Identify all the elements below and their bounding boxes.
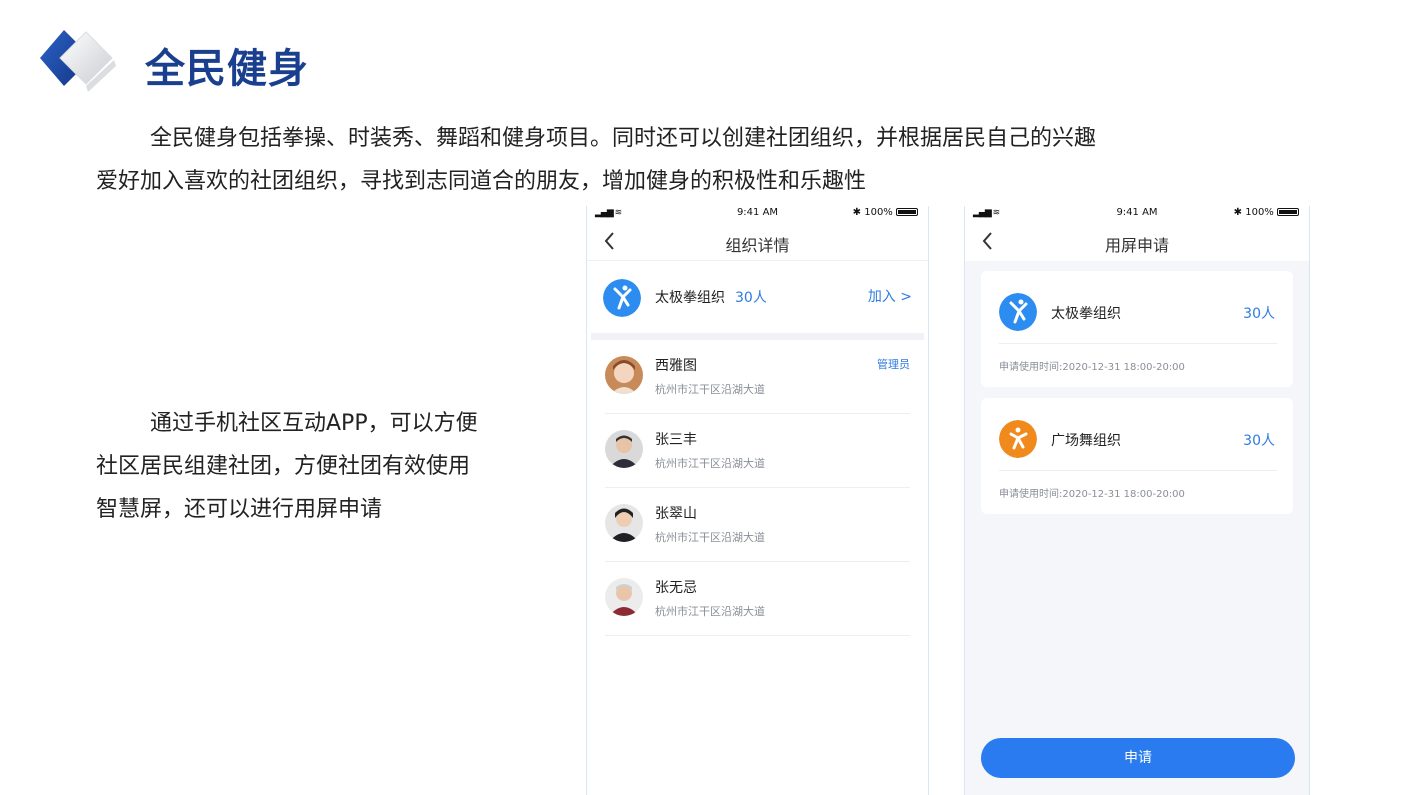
nav-title: 用屏申请 xyxy=(1104,236,1169,255)
square-dance-org-icon xyxy=(999,420,1037,458)
nav-bar: 组织详情 xyxy=(587,221,928,261)
application-card[interactable]: 广场舞组织 30人 申请使用时间:2020-12-31 18:00-20:00 xyxy=(981,398,1293,514)
intro-line-1: 全民健身包括拳操、时装秀、舞蹈和健身项目。同时还可以创建社团组织，并根据居民自己… xyxy=(150,126,1097,151)
battery-indicator: ✱ 100% xyxy=(853,207,918,218)
member-row[interactable]: 西雅图 杭州市江干区沿湖大道 管理员 xyxy=(605,340,910,414)
taichi-org-icon xyxy=(603,279,641,317)
member-address: 杭州市江干区沿湖大道 xyxy=(655,605,765,618)
member-name: 张翠山 xyxy=(655,506,697,522)
member-avatar xyxy=(605,504,643,542)
member-address: 杭州市江干区沿湖大道 xyxy=(655,531,765,544)
nav-title: 组织详情 xyxy=(725,236,790,255)
phone-org-detail: ▂▄▆ ≋ 9:41 AM ✱ 100% 组织详情 太极拳组织 30人 加入 >… xyxy=(586,206,929,795)
page-title: 全民健身 xyxy=(145,46,309,92)
card-org-name: 太极拳组织 xyxy=(1051,306,1121,322)
member-address: 杭州市江干区沿湖大道 xyxy=(655,457,765,470)
join-button[interactable]: 加入 > xyxy=(868,286,912,306)
side-line-2: 社区居民组建社团，方便社团有效使用 xyxy=(96,454,471,479)
card-org-name: 广场舞组织 xyxy=(1051,433,1121,449)
card-divider xyxy=(999,343,1277,344)
member-avatar xyxy=(605,430,643,468)
side-line-3: 智慧屏，还可以进行用屏申请 xyxy=(96,497,383,522)
card-apply-time: 申请使用时间:2020-12-31 18:00-20:00 xyxy=(999,489,1185,500)
battery-icon xyxy=(896,208,918,216)
card-member-count: 30人 xyxy=(1243,433,1275,449)
nav-bar: 用屏申请 xyxy=(965,221,1309,261)
section-logo-icon xyxy=(40,30,116,92)
card-apply-time: 申请使用时间:2020-12-31 18:00-20:00 xyxy=(999,362,1185,373)
battery-percent: 100% xyxy=(1245,207,1274,218)
org-header: 太极拳组织 30人 加入 > xyxy=(587,261,928,333)
section-divider xyxy=(591,333,924,340)
member-name: 张三丰 xyxy=(655,432,697,448)
apply-button[interactable]: 申请 xyxy=(981,738,1295,778)
member-address: 杭州市江干区沿湖大道 xyxy=(655,383,765,396)
card-member-count: 30人 xyxy=(1243,306,1275,322)
battery-icon xyxy=(1277,208,1299,216)
org-member-count: 30人 xyxy=(735,290,767,306)
org-name: 太极拳组织 xyxy=(655,290,725,306)
member-name: 西雅图 xyxy=(655,358,697,374)
card-divider xyxy=(999,470,1277,471)
member-role-badge: 管理员 xyxy=(877,358,910,371)
member-avatar xyxy=(605,356,643,394)
member-row[interactable]: 张翠山 杭州市江干区沿湖大道 xyxy=(605,488,910,562)
side-paragraph: 通过手机社区互动APP，可以方便 社区居民组建社团，方便社团有效使用 智慧屏，还… xyxy=(96,402,526,531)
intro-paragraph: 全民健身包括拳操、时装秀、舞蹈和健身项目。同时还可以创建社团组织，并根据居民自己… xyxy=(96,117,1196,203)
status-bar: ▂▄▆ ≋ 9:41 AM ✱ 100% xyxy=(587,206,928,221)
member-avatar xyxy=(605,578,643,616)
battery-percent: 100% xyxy=(864,207,893,218)
application-card[interactable]: 太极拳组织 30人 申请使用时间:2020-12-31 18:00-20:00 xyxy=(981,271,1293,387)
intro-line-2: 爱好加入喜欢的社团组织，寻找到志同道合的朋友，增加健身的积极性和乐趣性 xyxy=(96,169,867,194)
member-row[interactable]: 张三丰 杭州市江干区沿湖大道 xyxy=(605,414,910,488)
member-row[interactable]: 张无忌 杭州市江干区沿湖大道 xyxy=(605,562,910,636)
side-line-1: 通过手机社区互动APP，可以方便 xyxy=(150,411,478,436)
battery-indicator: ✱ 100% xyxy=(1234,207,1299,218)
status-bar: ▂▄▆ ≋ 9:41 AM ✱ 100% xyxy=(965,206,1309,221)
phone-screen-application: ▂▄▆ ≋ 9:41 AM ✱ 100% 用屏申请 太极拳组织 30人 申请使用… xyxy=(964,206,1310,795)
taichi-org-icon xyxy=(999,293,1037,331)
member-name: 张无忌 xyxy=(655,580,697,596)
